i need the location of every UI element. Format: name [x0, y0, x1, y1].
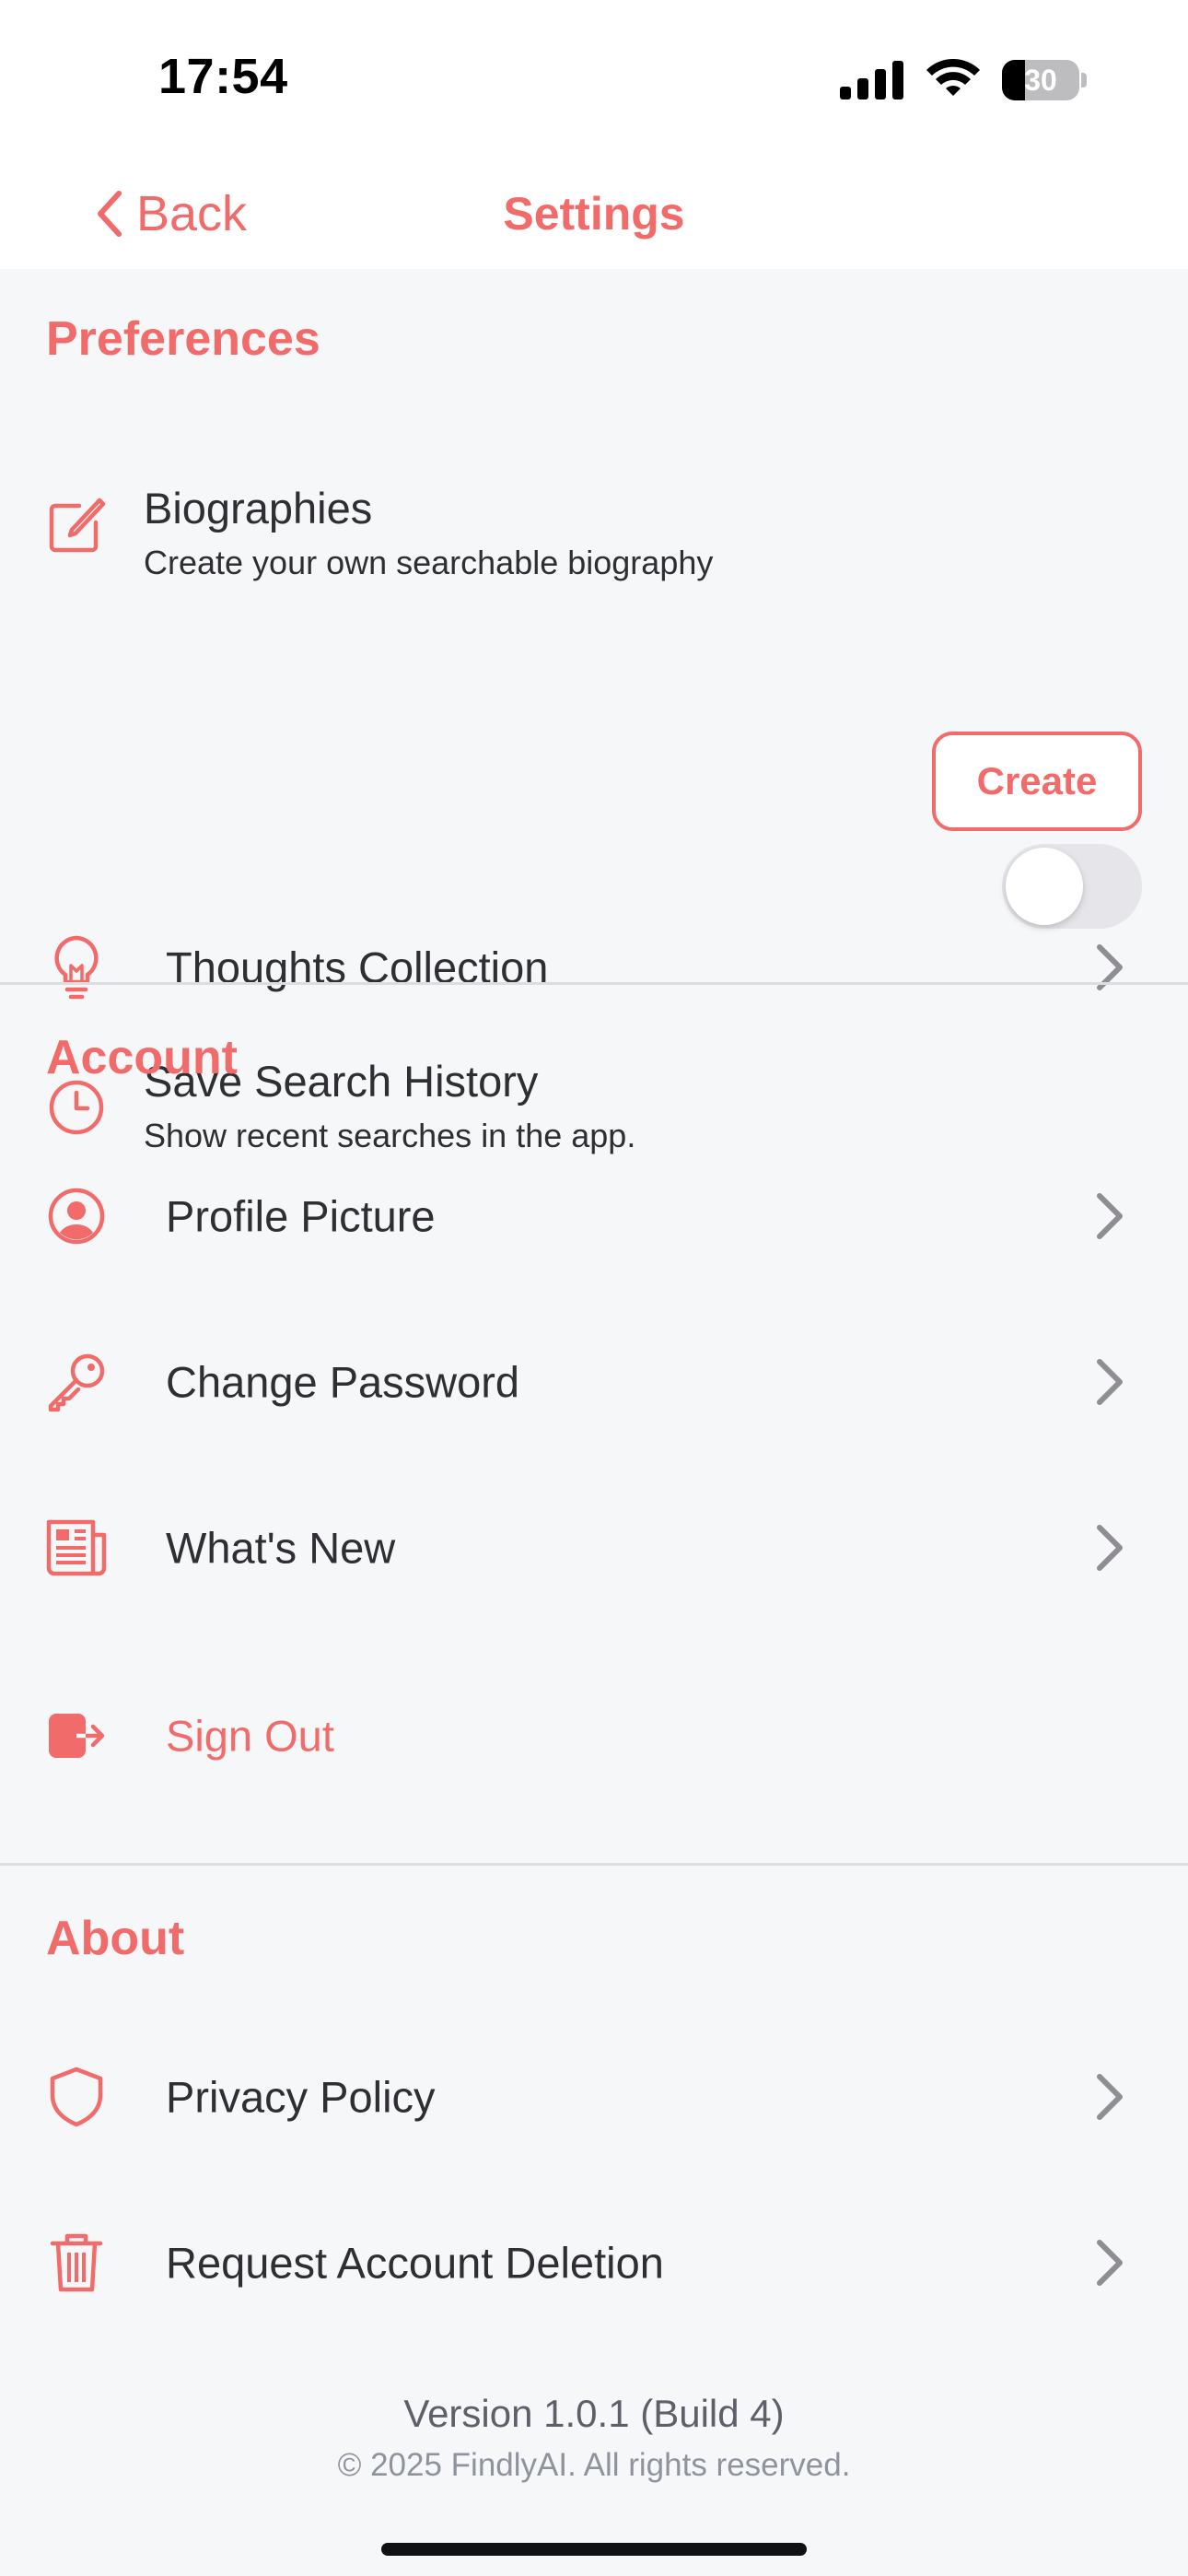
whats-new-label: What's New [166, 1523, 396, 1573]
chevron-right-icon [1097, 1359, 1123, 1405]
biographies-label: Biographies [144, 484, 373, 533]
chevron-right-icon [1097, 944, 1123, 990]
trash-icon [44, 2231, 109, 2295]
sign-out-row[interactable]: Sign Out [0, 1671, 1188, 1800]
section-title-account: Account [46, 1031, 238, 1084]
wifi-icon [926, 59, 980, 96]
privacy-policy-label: Privacy Policy [166, 2072, 436, 2122]
user-circle-icon [44, 1184, 109, 1248]
status-bar: 17:54 30 [0, 0, 1188, 157]
navigation-bar: Back Settings [0, 157, 1188, 269]
section-divider [0, 1863, 1188, 1866]
battery-percent: 30 [1024, 64, 1057, 97]
chevron-right-icon [1097, 1525, 1123, 1571]
copyright-text: © 2025 FindlyAI. All rights reserved. [337, 2447, 851, 2483]
create-biography-button[interactable]: Create [932, 732, 1142, 831]
biographies-subtitle: Create your own searchable biography [144, 544, 714, 581]
thoughts-collection-label: Thoughts Collection [166, 943, 549, 992]
section-divider [0, 982, 1188, 985]
change-password-label: Change Password [166, 1357, 520, 1407]
sign-out-icon [44, 1704, 109, 1768]
thoughts-collection-row[interactable]: Thoughts Collection [0, 903, 1188, 1032]
toggle-knob [1006, 848, 1083, 925]
biographies-row: Biographies Create your own searchable b… [0, 451, 1188, 581]
profile-picture-row[interactable]: Profile Picture [0, 1152, 1188, 1281]
save-search-history-subtitle: Show recent searches in the app. [144, 1117, 636, 1154]
settings-content: Preferences Biographies Create your own … [0, 269, 1188, 2576]
section-title-preferences: Preferences [46, 312, 320, 366]
status-icons: 30 [840, 57, 1087, 103]
app-version: Version 1.0.1 (Build 4) [403, 2392, 785, 2435]
chevron-right-icon [1097, 2074, 1123, 2120]
save-search-history-toggle[interactable] [1002, 844, 1142, 929]
cellular-signal-icon [840, 61, 903, 100]
chevron-right-icon [1097, 2240, 1123, 2286]
chevron-right-icon [1097, 1193, 1123, 1239]
change-password-row[interactable]: Change Password [0, 1317, 1188, 1446]
request-account-deletion-label: Request Account Deletion [166, 2238, 664, 2288]
key-icon [44, 1350, 109, 1414]
newspaper-icon [44, 1516, 109, 1580]
privacy-policy-row[interactable]: Privacy Policy [0, 2032, 1188, 2161]
whats-new-row[interactable]: What's New [0, 1483, 1188, 1612]
shield-icon [44, 2065, 109, 2129]
sign-out-label: Sign Out [166, 1711, 334, 1761]
status-time: 17:54 [158, 49, 288, 104]
request-account-deletion-row[interactable]: Request Account Deletion [0, 2198, 1188, 2327]
profile-picture-label: Profile Picture [166, 1191, 436, 1241]
edit-icon [44, 493, 109, 557]
battery-icon: 30 [1002, 60, 1087, 100]
page-title: Settings [503, 188, 685, 240]
section-title-about: About [46, 1912, 185, 1965]
lightbulb-icon [44, 935, 109, 1000]
home-indicator [381, 2543, 807, 2556]
